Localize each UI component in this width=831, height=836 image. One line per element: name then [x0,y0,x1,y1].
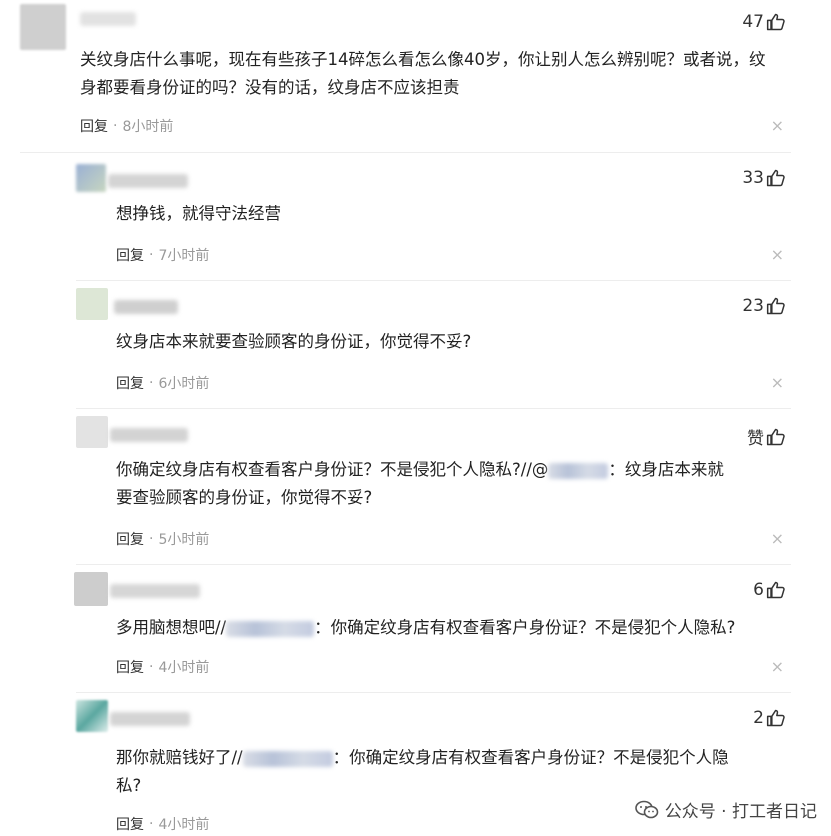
like-label: 赞 [747,429,764,449]
reply-button[interactable]: 回复 [116,814,144,834]
mention-username[interactable] [242,750,333,767]
separator: · [149,247,154,263]
comment-text-part: ：纹身店本来就 [608,460,724,479]
comment-text-part: 多用脑想想吧// [116,618,227,637]
timestamp: 8小时前 [122,119,174,135]
comment-text: 想挣钱，就得守法经营 [116,204,281,223]
watermark: 公众号 · 打工者日记 [634,797,817,822]
avatar[interactable] [76,416,108,448]
thumbs-up-icon [766,709,785,727]
comment-meta: 回复 · 5小时前 [116,529,209,549]
thumbs-up-icon [766,13,785,31]
reply-button[interactable]: 回复 [116,529,144,549]
like-count: 47 [742,12,764,32]
close-icon[interactable]: × [771,116,784,135]
separator: · [149,816,154,832]
separator: · [113,118,118,134]
username[interactable] [108,174,188,188]
close-icon[interactable]: × [771,657,784,676]
comment-text-part: 要查验顾客的身份证，你觉得不妥? [116,488,373,507]
avatar[interactable] [76,288,108,320]
avatar[interactable] [76,164,106,192]
like-button[interactable]: 23 [742,296,786,316]
mention-username[interactable] [548,462,609,479]
divider [76,564,791,565]
wechat-icon [634,800,659,818]
comment-text-part: 你确定纹身店有权查看客户身份证？不是侵犯个人隐私?//@ [116,460,549,479]
close-icon[interactable]: × [771,373,784,392]
comment-meta: 回复 · 4小时前 [116,657,209,677]
comment-meta: 回复 · 4小时前 [116,814,209,834]
watermark-text: 公众号 · 打工者日记 [664,802,817,822]
comment-text-part: 那你就赔钱好了// [116,748,243,767]
close-icon[interactable]: × [771,245,784,264]
like-count: 6 [753,580,764,600]
timestamp: 6小时前 [158,376,210,392]
avatar[interactable] [76,700,108,732]
comment-text: 多用脑想想吧// ：你确定纹身店有权查看客户身份证？不是侵犯个人隐私? [116,614,816,642]
comment-text-part: ：你确定纹身店有权查看客户身份证？不是侵犯个人隐私? [314,618,736,637]
username[interactable] [110,428,188,442]
like-button[interactable]: 33 [742,168,786,188]
like-button[interactable]: 2 [753,708,786,728]
comment-text-part: 私? [116,776,142,795]
thumbs-up-icon [766,428,785,445]
username[interactable] [110,584,200,598]
comment-text: 纹身店本来就要查验顾客的身份证，你觉得不妥? [116,332,472,351]
comment-meta: 回复 · 7小时前 [116,245,209,265]
comment-meta: 回复 · 6小时前 [116,373,209,393]
like-button[interactable]: 47 [742,12,786,32]
comment-text: 那你就赔钱好了// ：你确定纹身店有权查看客户身份证？不是侵犯个人隐 私? [116,744,796,800]
divider [76,408,791,409]
close-icon[interactable]: × [771,529,784,548]
avatar[interactable] [74,572,108,606]
reply-button[interactable]: 回复 [116,373,144,393]
timestamp: 5小时前 [158,532,210,548]
divider [20,152,791,153]
separator: · [149,531,154,547]
divider [76,280,791,281]
reply-button[interactable]: 回复 [116,245,144,265]
like-button[interactable]: 赞 [747,424,786,449]
separator: · [149,659,154,675]
timestamp: 7小时前 [158,248,210,264]
thumbs-up-icon [766,581,785,599]
separator: · [149,375,154,391]
avatar[interactable] [20,4,66,50]
divider [76,692,791,693]
timestamp: 4小时前 [158,817,210,833]
username[interactable] [114,300,178,314]
comment-text: 你确定纹身店有权查看客户身份证？不是侵犯个人隐私?//@ ：纹身店本来就 要查验顾… [116,456,796,512]
reply-button[interactable]: 回复 [116,657,144,677]
username[interactable] [110,712,190,726]
comment-meta: 回复 · 8小时前 [80,116,173,136]
like-button[interactable]: 6 [753,580,786,600]
reply-button[interactable]: 回复 [80,116,108,136]
username[interactable] [80,12,136,26]
like-count: 23 [742,296,764,316]
mention-username[interactable] [226,620,315,637]
thumbs-up-icon [766,169,785,187]
like-count: 33 [742,168,764,188]
comment-text: 关纹身店什么事呢，现在有些孩子14碎怎么看怎么像40岁，你让别人怎么辨别呢？或者… [80,50,766,97]
like-count: 2 [753,708,764,728]
thumbs-up-icon [766,297,785,315]
timestamp: 4小时前 [158,660,210,676]
comment-text-part: ：你确定纹身店有权查看客户身份证？不是侵犯个人隐 [332,748,729,767]
